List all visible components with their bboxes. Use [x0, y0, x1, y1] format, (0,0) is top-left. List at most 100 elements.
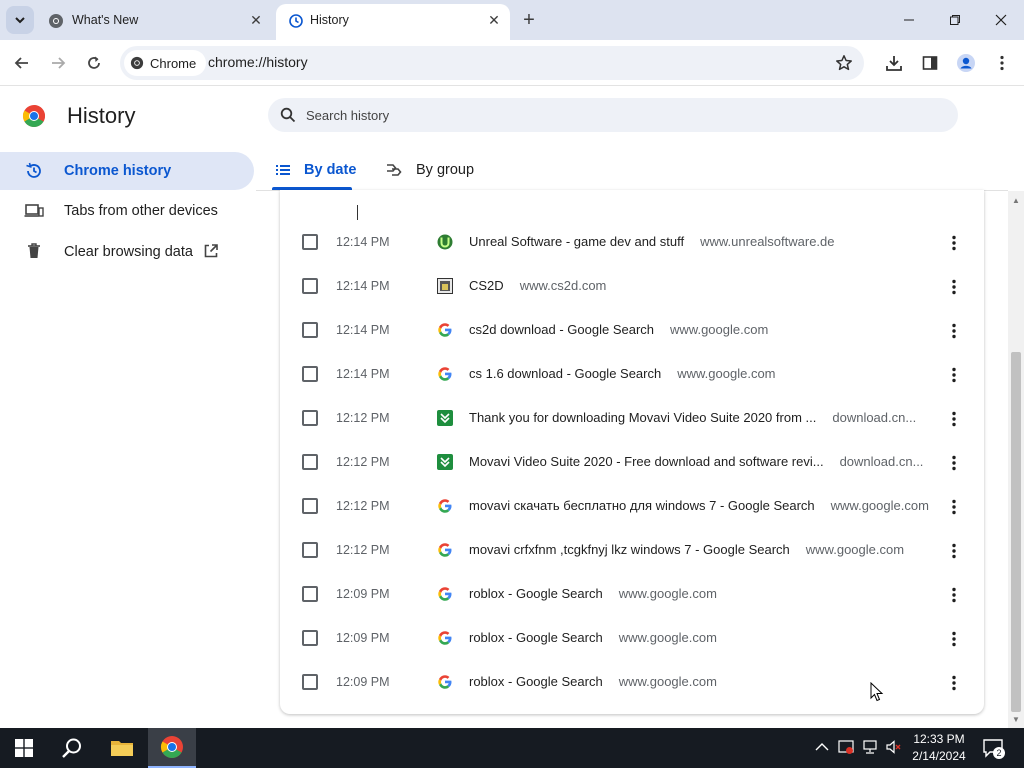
- row-checkbox[interactable]: [302, 322, 318, 338]
- sidebar-item-chrome-history[interactable]: Chrome history: [0, 152, 254, 190]
- row-checkbox[interactable]: [302, 454, 318, 470]
- security-tray-icon[interactable]: [838, 739, 854, 755]
- row-actions-button[interactable]: [944, 365, 964, 385]
- row-actions-button[interactable]: [944, 629, 964, 649]
- row-actions-button[interactable]: [944, 585, 964, 605]
- history-row[interactable]: 12:12 PM movavi скачать бесплатно для win…: [280, 485, 984, 529]
- history-link[interactable]: Unreal Software - game dev and stuff www.…: [469, 234, 835, 249]
- row-actions-button[interactable]: [944, 233, 964, 253]
- new-tab-button[interactable]: +: [520, 10, 538, 30]
- row-checkbox[interactable]: [302, 542, 318, 558]
- menu-button[interactable]: [988, 49, 1016, 77]
- sidebar-item-label: Chrome history: [64, 163, 172, 179]
- row-checkbox[interactable]: [302, 278, 318, 294]
- start-button[interactable]: [0, 728, 48, 768]
- history-row[interactable]: 12:14 PM cs2d download - Google Search www…: [280, 309, 984, 353]
- history-favicon: [289, 14, 303, 28]
- history-row[interactable]: 12:12 PM movavi crfxfnm ,tcgkfnyj lkz win…: [280, 529, 984, 573]
- row-checkbox[interactable]: [302, 674, 318, 690]
- history-link[interactable]: roblox - Google Search www.google.com: [469, 586, 717, 601]
- chrome-taskbar-button[interactable]: [148, 728, 196, 768]
- minimize-button[interactable]: [886, 0, 932, 40]
- url-text[interactable]: chrome://history: [208, 54, 308, 70]
- history-link[interactable]: roblox - Google Search www.google.com: [469, 674, 717, 689]
- row-checkbox[interactable]: [302, 410, 318, 426]
- close-window-button[interactable]: [978, 0, 1024, 40]
- download-icon: [886, 56, 902, 71]
- side-panel-button[interactable]: [916, 49, 944, 77]
- downloads-button[interactable]: [880, 49, 908, 77]
- history-link[interactable]: Thank you for downloading Movavi Video S…: [469, 410, 916, 425]
- bookmark-button[interactable]: [832, 51, 856, 75]
- visit-time: 12:12 PM: [336, 543, 390, 557]
- history-link[interactable]: CS2D www.cs2d.com: [469, 278, 606, 293]
- visit-time: 12:12 PM: [336, 411, 390, 425]
- row-actions-button[interactable]: [944, 277, 964, 297]
- chrome-icon: [130, 56, 144, 70]
- network-icon[interactable]: [862, 739, 878, 755]
- history-row[interactable]: 12:12 PM Movavi Video Suite 2020 - Free d…: [280, 441, 984, 485]
- more-vert-icon: [952, 675, 956, 691]
- taskbar-clock[interactable]: 12:33 PM 2/14/2024: [904, 731, 974, 765]
- scroll-up-arrow[interactable]: ▲: [1012, 197, 1020, 205]
- close-icon[interactable]: ✕: [486, 12, 502, 28]
- file-explorer-button[interactable]: [98, 728, 146, 768]
- row-checkbox[interactable]: [302, 630, 318, 646]
- row-actions-button[interactable]: [944, 673, 964, 693]
- history-link[interactable]: movavi crfxfnm ,tcgkfnyj lkz windows 7 -…: [469, 542, 904, 557]
- history-row[interactable]: 12:14 PM Unreal Software - game dev and s…: [280, 221, 984, 265]
- page-domain: www.google.com: [618, 630, 717, 645]
- row-actions-button[interactable]: [944, 453, 964, 473]
- cnet-favicon: [437, 454, 453, 470]
- history-link[interactable]: movavi скачать бесплатно для windows 7 -…: [469, 498, 929, 513]
- more-vert-icon: [1000, 55, 1004, 71]
- search-input[interactable]: [306, 98, 926, 132]
- history-link[interactable]: cs 1.6 download - Google Search www.googl…: [469, 366, 776, 381]
- tab-whats-new[interactable]: What's New ✕: [0, 0, 272, 40]
- maximize-button[interactable]: [932, 0, 978, 40]
- history-row[interactable]: 12:14 PM CS2D www.cs2d.com: [280, 265, 984, 309]
- arrow-left-icon: [14, 57, 28, 69]
- more-vert-icon: [952, 323, 956, 339]
- page-domain: www.google.com: [618, 674, 717, 689]
- scrollbar-thumb[interactable]: [1011, 352, 1021, 712]
- search-button[interactable]: [48, 728, 96, 768]
- google-favicon: [437, 366, 453, 382]
- history-link[interactable]: cs2d download - Google Search www.google.…: [469, 322, 768, 337]
- row-actions-button[interactable]: [944, 497, 964, 517]
- sidebar-item-tabs-other-devices[interactable]: Tabs from other devices: [0, 192, 254, 230]
- row-checkbox[interactable]: [302, 498, 318, 514]
- chevron-up-icon[interactable]: [814, 739, 830, 755]
- page-domain: www.google.com: [830, 498, 929, 513]
- address-bar[interactable]: Chrome chrome://history: [120, 46, 864, 80]
- profile-button[interactable]: [952, 49, 980, 77]
- row-checkbox[interactable]: [302, 234, 318, 250]
- row-checkbox[interactable]: [302, 366, 318, 382]
- row-checkbox[interactable]: [302, 586, 318, 602]
- row-actions-button[interactable]: [944, 541, 964, 561]
- history-link[interactable]: roblox - Google Search www.google.com: [469, 630, 717, 645]
- chrome-favicon: [49, 14, 63, 28]
- sidebar-item-clear-browsing-data[interactable]: Clear browsing data: [0, 232, 254, 270]
- back-button[interactable]: [8, 49, 36, 77]
- history-link[interactable]: Movavi Video Suite 2020 - Free download …: [469, 454, 923, 469]
- search-box[interactable]: [268, 98, 958, 132]
- row-actions-button[interactable]: [944, 321, 964, 341]
- close-icon[interactable]: ✕: [248, 12, 264, 28]
- page-domain: www.google.com: [618, 586, 717, 601]
- visit-time: 12:14 PM: [336, 279, 390, 293]
- history-row[interactable]: 12:09 PM roblox - Google Search www.google…: [280, 617, 984, 661]
- history-row[interactable]: 12:12 PM Thank you for downloading Movavi…: [280, 397, 984, 441]
- history-row[interactable]: 12:09 PM roblox - Google Search www.google…: [280, 573, 984, 617]
- history-row[interactable]: 12:14 PM cs 1.6 download - Google Search w…: [280, 353, 984, 397]
- scroll-down-arrow[interactable]: ▼: [1012, 716, 1020, 724]
- forward-button[interactable]: [44, 49, 72, 77]
- tab-history[interactable]: History ✕: [276, 4, 510, 40]
- reload-button[interactable]: [80, 49, 108, 77]
- tab-by-group[interactable]: By group: [386, 150, 474, 190]
- tab-by-date[interactable]: By date: [276, 150, 356, 190]
- site-info-chip[interactable]: Chrome: [124, 50, 207, 76]
- row-actions-button[interactable]: [944, 409, 964, 429]
- volume-muted-icon[interactable]: [886, 739, 902, 755]
- folder-icon: [111, 741, 133, 756]
